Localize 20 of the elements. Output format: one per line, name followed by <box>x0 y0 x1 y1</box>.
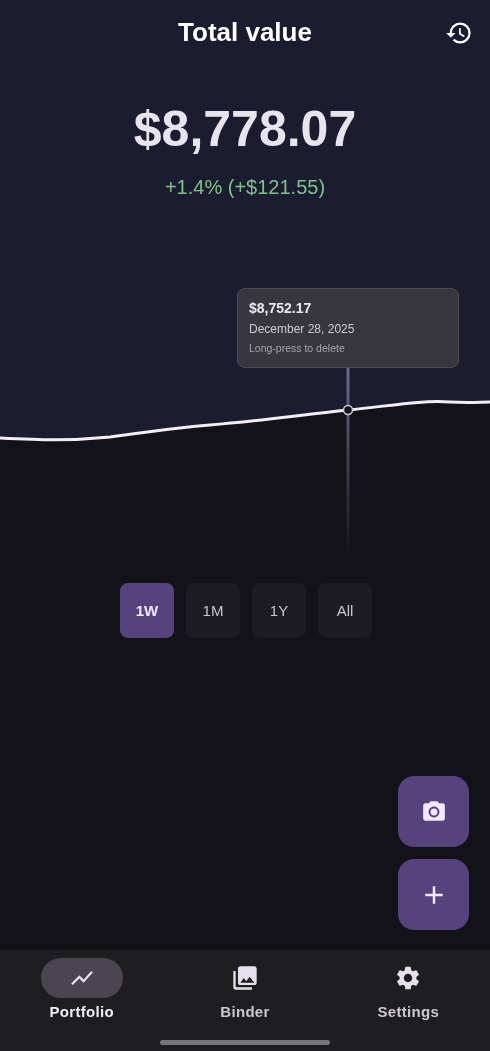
photo-stack-icon <box>231 964 259 992</box>
range-button[interactable]: 1W <box>120 583 174 638</box>
range-button[interactable]: 1Y <box>252 583 306 638</box>
chart-point[interactable] <box>342 404 354 416</box>
add-button[interactable] <box>398 859 469 930</box>
total-value: $8,778.07 <box>133 104 357 154</box>
nav-tab[interactable]: Portfolio <box>0 958 164 1020</box>
nav-tab[interactable]: Settings <box>326 958 490 1020</box>
value-change: +1.4% (+$121.55) <box>164 176 326 199</box>
nav-label: Settings <box>377 1003 440 1020</box>
camera-button[interactable] <box>398 776 469 847</box>
tooltip-hint: Long-press to delete <box>249 342 346 354</box>
range-button[interactable]: 1M <box>186 583 240 638</box>
range-button[interactable]: All <box>318 583 372 638</box>
nav-label: Portfolio <box>49 1003 114 1020</box>
screen-title: Total value <box>178 16 312 48</box>
nav-tab[interactable]: Binder <box>163 958 327 1020</box>
nav-label: Binder <box>220 1003 270 1020</box>
tooltip-date: December 28, 2025 <box>249 322 356 336</box>
tooltip-value: $8,752.17 <box>249 300 313 316</box>
